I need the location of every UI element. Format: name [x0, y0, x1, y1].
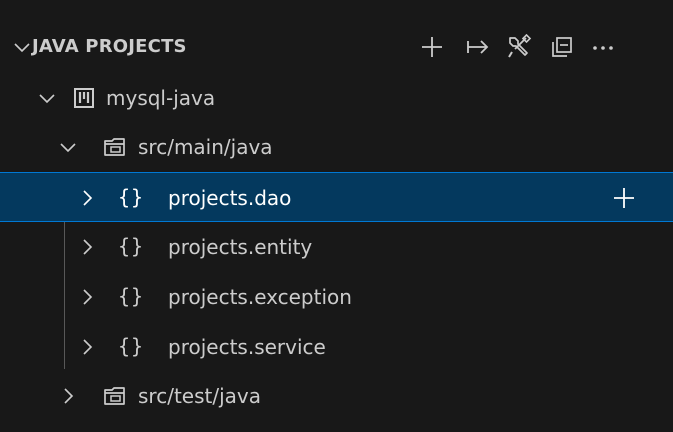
- tree-item-package[interactable]: {} projects.exception: [0, 272, 673, 322]
- plus-icon: [422, 37, 442, 57]
- tools-button[interactable]: [502, 32, 536, 62]
- tree-item-package[interactable]: {} projects.service: [0, 322, 673, 372]
- folder-label: src/main/java: [138, 135, 273, 159]
- tree-item-src-main-java[interactable]: src/main/java: [0, 122, 673, 172]
- package-folder-icon: [104, 138, 125, 156]
- collapse-all-button[interactable]: [545, 32, 579, 62]
- collapse-all-icon: [552, 37, 572, 57]
- package-icon: {}: [118, 334, 145, 358]
- chevron-down-icon[interactable]: [11, 36, 33, 58]
- chevron-right-icon[interactable]: [76, 236, 98, 258]
- more-actions-button[interactable]: [586, 32, 620, 62]
- link-with-editor-button[interactable]: [461, 32, 495, 62]
- package-folder-icon: [104, 387, 125, 405]
- chevron-right-icon[interactable]: [57, 385, 79, 407]
- java-projects-header[interactable]: JAVA PROJECTS: [0, 22, 673, 72]
- package-icon: {}: [118, 234, 145, 258]
- arrow-right-bar-icon: [467, 40, 489, 54]
- tree-item-package[interactable]: {} projects.dao: [0, 172, 673, 222]
- project-icon: [74, 88, 94, 108]
- chevron-down-icon[interactable]: [57, 136, 79, 158]
- chevron-right-icon[interactable]: [76, 286, 98, 308]
- plus-icon: [614, 188, 634, 208]
- package-icon: {}: [118, 185, 145, 209]
- ellipsis-icon: [593, 46, 613, 50]
- folder-label: src/test/java: [138, 384, 261, 408]
- chevron-right-icon[interactable]: [76, 187, 98, 209]
- package-label: projects.entity: [168, 235, 313, 259]
- new-project-button[interactable]: [415, 32, 449, 62]
- panel-title: JAVA PROJECTS: [32, 36, 187, 57]
- tree-item-package[interactable]: {} projects.entity: [0, 222, 673, 272]
- new-class-button[interactable]: [610, 184, 638, 212]
- tree-item-project[interactable]: mysql-java: [0, 73, 673, 123]
- chevron-down-icon[interactable]: [36, 87, 58, 109]
- package-label: projects.service: [168, 335, 326, 359]
- project-label: mysql-java: [106, 86, 216, 110]
- tree-item-src-test-java[interactable]: src/test/java: [0, 371, 673, 421]
- package-label: projects.dao: [168, 186, 292, 210]
- package-label: projects.exception: [168, 285, 352, 309]
- tools-icon: [508, 34, 532, 58]
- package-icon: {}: [118, 284, 145, 308]
- chevron-right-icon[interactable]: [76, 336, 98, 358]
- java-projects-panel: JAVA PROJECTS mysql-java src/main/java {…: [0, 0, 673, 432]
